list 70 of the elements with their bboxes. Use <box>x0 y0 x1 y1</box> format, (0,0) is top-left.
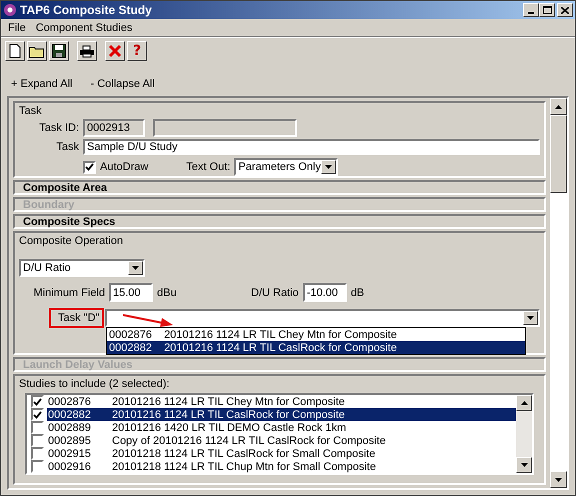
scroll-up-button[interactable] <box>550 98 567 115</box>
folder-icon <box>29 44 45 58</box>
app-icon <box>3 3 17 17</box>
maximize-icon <box>542 6 552 14</box>
section-header[interactable]: Composite Specs <box>13 214 546 229</box>
scroll-down-button[interactable] <box>550 471 567 488</box>
dropdown-option[interactable]: 0002876 20101216 1124 LR TIL Chey Mtn for Composite <box>107 328 525 341</box>
close-icon <box>561 6 569 14</box>
delete-button[interactable] <box>105 41 125 61</box>
task-id-field: 0002913 <box>83 119 145 137</box>
study-row[interactable]: 0002882 20101216 1124 LR TIL CaslRock for Composite <box>47 408 516 421</box>
new-button[interactable] <box>5 41 25 61</box>
menu-item[interactable]: File <box>3 22 31 34</box>
study-checkbox[interactable] <box>31 395 44 408</box>
study-checkbox[interactable] <box>31 460 44 473</box>
menu-item[interactable]: Component Studies <box>30 22 138 34</box>
caret-up-icon <box>520 401 528 405</box>
checkbox-label: AutoDraw <box>100 161 148 173</box>
field-label: D/U Ratio <box>251 286 299 298</box>
maximize-button[interactable] <box>539 3 555 17</box>
section-header[interactable]: Composite Area <box>13 180 546 195</box>
outline-link[interactable]: - Collapse All <box>90 78 155 90</box>
study-checkbox[interactable] <box>31 421 44 434</box>
field-label: Minimum Field <box>32 286 105 298</box>
task-name-field[interactable]: Sample D/U Study <box>83 139 540 155</box>
study-row[interactable]: 0002889 20101216 1420 LR TIL DEMO Castle Rock 1km <box>47 421 516 434</box>
printer-icon <box>79 44 95 58</box>
study-row[interactable]: 0002876 20101216 1124 LR TIL Chey Mtn for Composite <box>47 395 516 408</box>
blank-page-icon <box>9 44 21 58</box>
dropdown-option[interactable]: 0002882 20101216 1124 LR TIL CaslRock for Composite <box>107 341 525 354</box>
scroll-up-button[interactable] <box>516 395 532 411</box>
autodraw-checkbox[interactable] <box>83 160 96 174</box>
operation-dropdown[interactable]: D/U Ratio <box>19 259 145 277</box>
caret-down-icon <box>132 266 139 270</box>
unit-label: dB <box>350 286 364 298</box>
study-checkbox[interactable] <box>31 447 44 460</box>
window-title: TAP6 Composite Study <box>20 3 153 17</box>
x-icon <box>108 44 122 58</box>
du-ratio-input[interactable]: -10.00 <box>302 283 347 302</box>
text-out-dropdown[interactable]: Parameters Only <box>234 158 338 176</box>
group-title: Composite Operation <box>19 235 124 247</box>
study-row[interactable]: 0002915 20101218 1124 LR TIL CaslRock for Small Composite <box>47 447 516 460</box>
field-label: Text Out: <box>186 161 230 173</box>
scroll-thumb[interactable] <box>550 115 567 193</box>
group-title: Task <box>19 105 43 117</box>
field-label: Task "D" <box>58 312 100 324</box>
caret-up-icon <box>555 104 562 108</box>
group-title: Studies to include (2 selected): <box>19 378 170 390</box>
save-button[interactable] <box>49 41 69 61</box>
caret-down-icon <box>527 316 534 320</box>
close-button[interactable] <box>557 3 573 17</box>
study-row[interactable]: 0002895 Copy of 20101216 1124 LR TIL CaslRock for Composite <box>47 434 516 447</box>
field-label: Task ID: <box>38 122 79 134</box>
caret-down-icon <box>520 463 528 467</box>
unit-label: dBu <box>157 286 178 298</box>
minimize-button[interactable] <box>523 3 539 17</box>
help-button[interactable]: ? <box>127 41 147 61</box>
study-checkbox[interactable] <box>31 408 44 421</box>
study-row[interactable]: 0002916 20101218 1124 LR TIL Chup Mtn for Small Composite <box>47 460 516 473</box>
outline-link[interactable]: + Expand All <box>11 78 72 90</box>
caret-down-icon <box>325 165 332 169</box>
field-label: Task <box>55 141 79 153</box>
study-checkbox[interactable] <box>31 434 44 447</box>
open-button[interactable] <box>27 41 47 61</box>
caret-down-icon <box>555 478 562 482</box>
annotation-arrow <box>123 314 173 327</box>
scroll-down-button[interactable] <box>516 457 532 473</box>
task-d-dropdown[interactable] <box>105 309 540 327</box>
minimum-field-input[interactable]: 15.00 <box>109 283 153 302</box>
print-button[interactable] <box>77 41 97 61</box>
